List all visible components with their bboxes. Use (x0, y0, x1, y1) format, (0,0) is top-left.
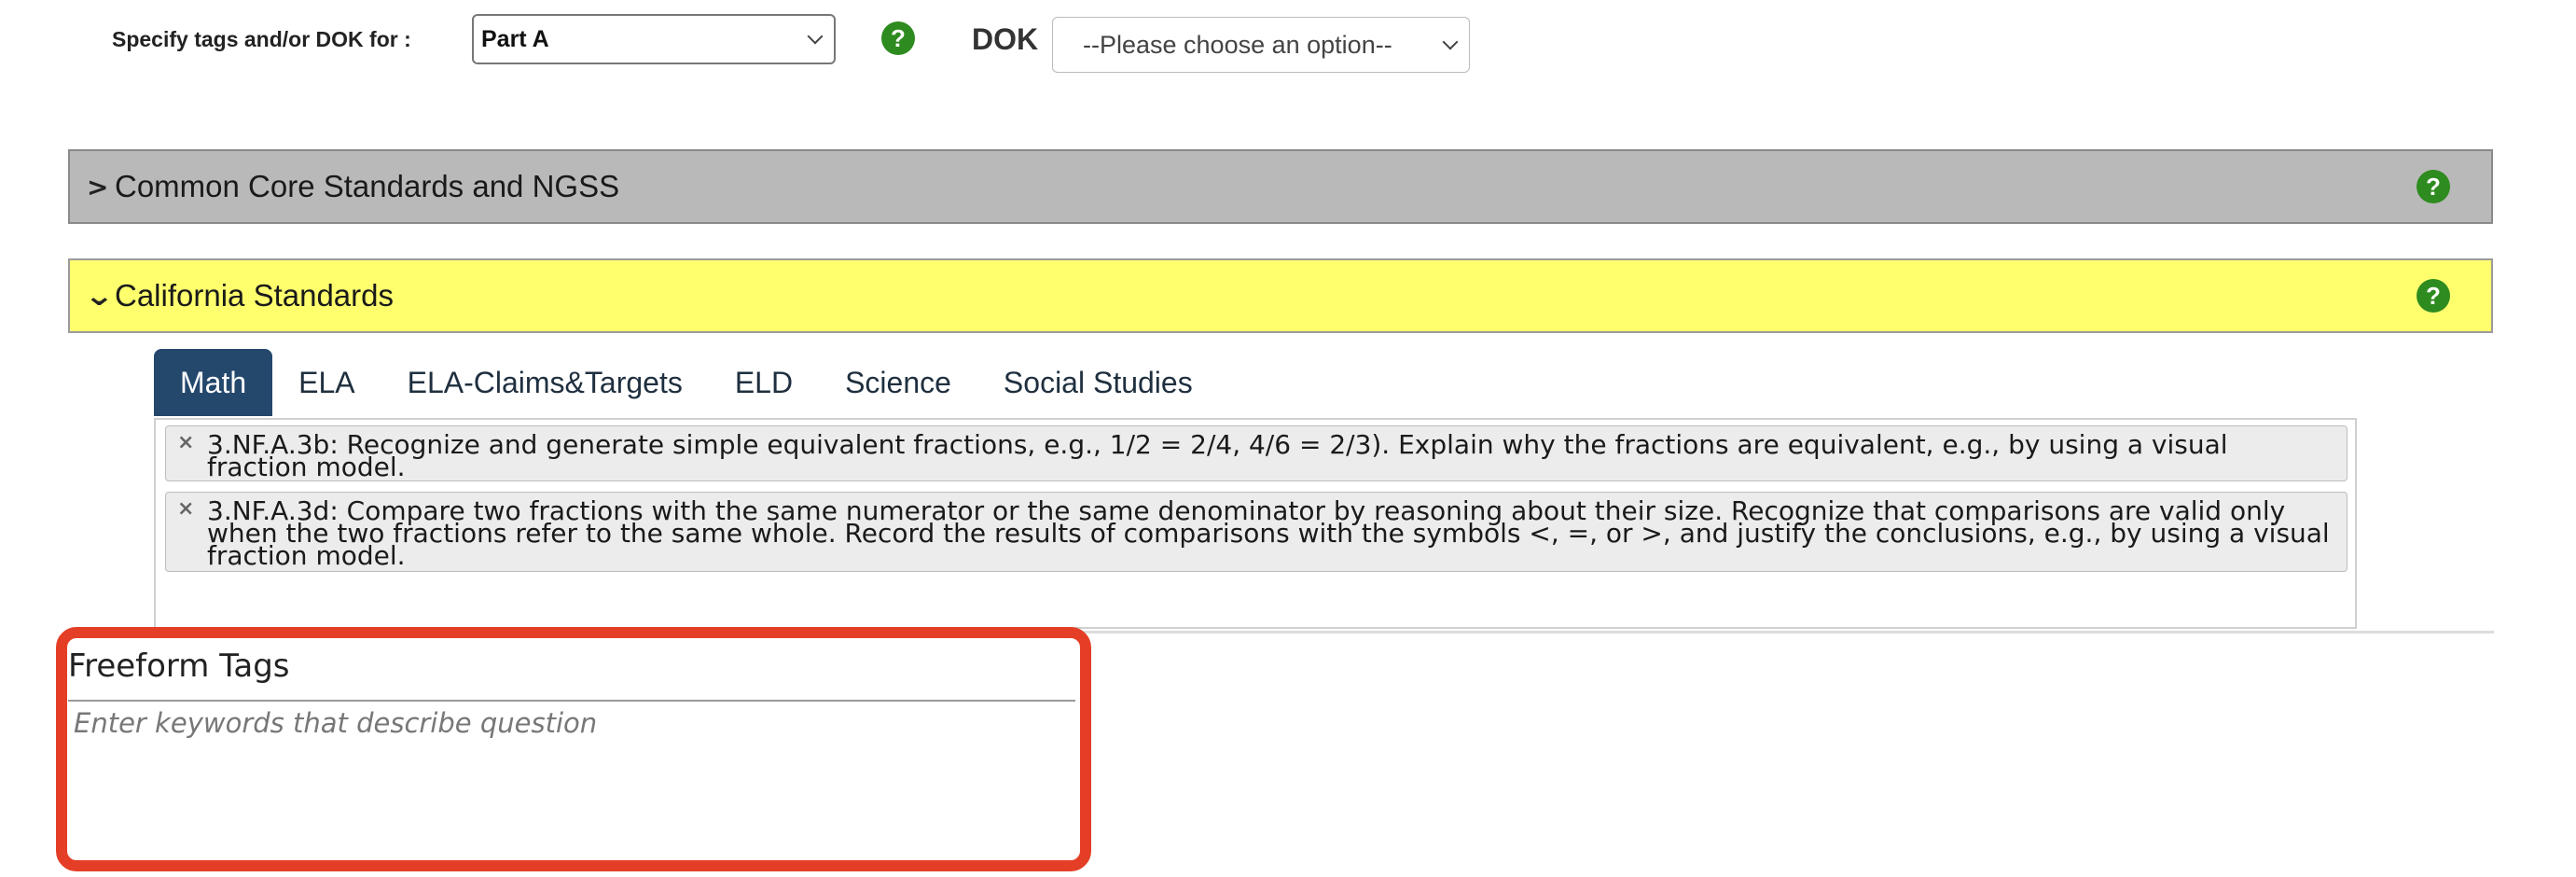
tagging-panel: Specify tags and/or DOK for : Part A ? D… (0, 0, 2576, 877)
tab-ela-claims-targets[interactable]: ELA-Claims&Targets (381, 349, 709, 416)
accordion-california-standards[interactable]: ⌄ California Standards ? (68, 258, 2493, 333)
selected-standards-box[interactable]: × 3.NF.A.3b: Recognize and generate simp… (154, 418, 2357, 629)
chevron-down-icon (807, 28, 824, 45)
accordion-common-core[interactable]: > Common Core Standards and NGSS ? (68, 149, 2493, 224)
remove-tag-icon[interactable]: × (177, 432, 194, 454)
part-select[interactable]: Part A (472, 14, 836, 64)
tab-science[interactable]: Science (819, 349, 977, 416)
tab-ela[interactable]: ELA (272, 349, 381, 416)
help-icon[interactable]: ? (2417, 279, 2450, 313)
dok-label: DOK (972, 22, 1039, 56)
tab-eld[interactable]: ELD (709, 349, 819, 416)
part-select-value: Part A (481, 25, 549, 52)
accordion-title: Common Core Standards and NGSS (115, 169, 620, 203)
help-icon[interactable]: ? (881, 21, 915, 55)
divider (1073, 631, 2494, 633)
standard-tag: × 3.NF.A.3d: Compare two fractions with … (165, 492, 2347, 572)
standard-tag-text: 3.NF.A.3d: Compare two fractions with th… (207, 495, 2330, 571)
accordion-title: California Standards (115, 278, 394, 313)
help-icon[interactable]: ? (2417, 170, 2450, 203)
tab-math[interactable]: Math (154, 349, 273, 416)
dok-select[interactable]: --Please choose an option-- (1052, 17, 1470, 73)
standard-tag-text: 3.NF.A.3b: Recognize and generate simple… (207, 429, 2228, 482)
standards-tabs: Math ELA ELA-Claims&Targets ELD Science … (154, 349, 1219, 418)
chevron-down-icon: ⌄ (84, 279, 115, 313)
specify-tags-label: Specify tags and/or DOK for : (112, 27, 411, 51)
freeform-tags-input[interactable] (68, 702, 1073, 856)
chevron-right-icon: > (87, 171, 109, 202)
tab-social-studies[interactable]: Social Studies (977, 349, 1219, 416)
remove-tag-icon[interactable]: × (177, 498, 194, 521)
dok-select-value: --Please choose an option-- (1083, 30, 1392, 59)
chevron-down-icon (1442, 34, 1459, 50)
freeform-tags-label: Freeform Tags (68, 647, 290, 685)
standard-tag: × 3.NF.A.3b: Recognize and generate simp… (165, 425, 2347, 481)
